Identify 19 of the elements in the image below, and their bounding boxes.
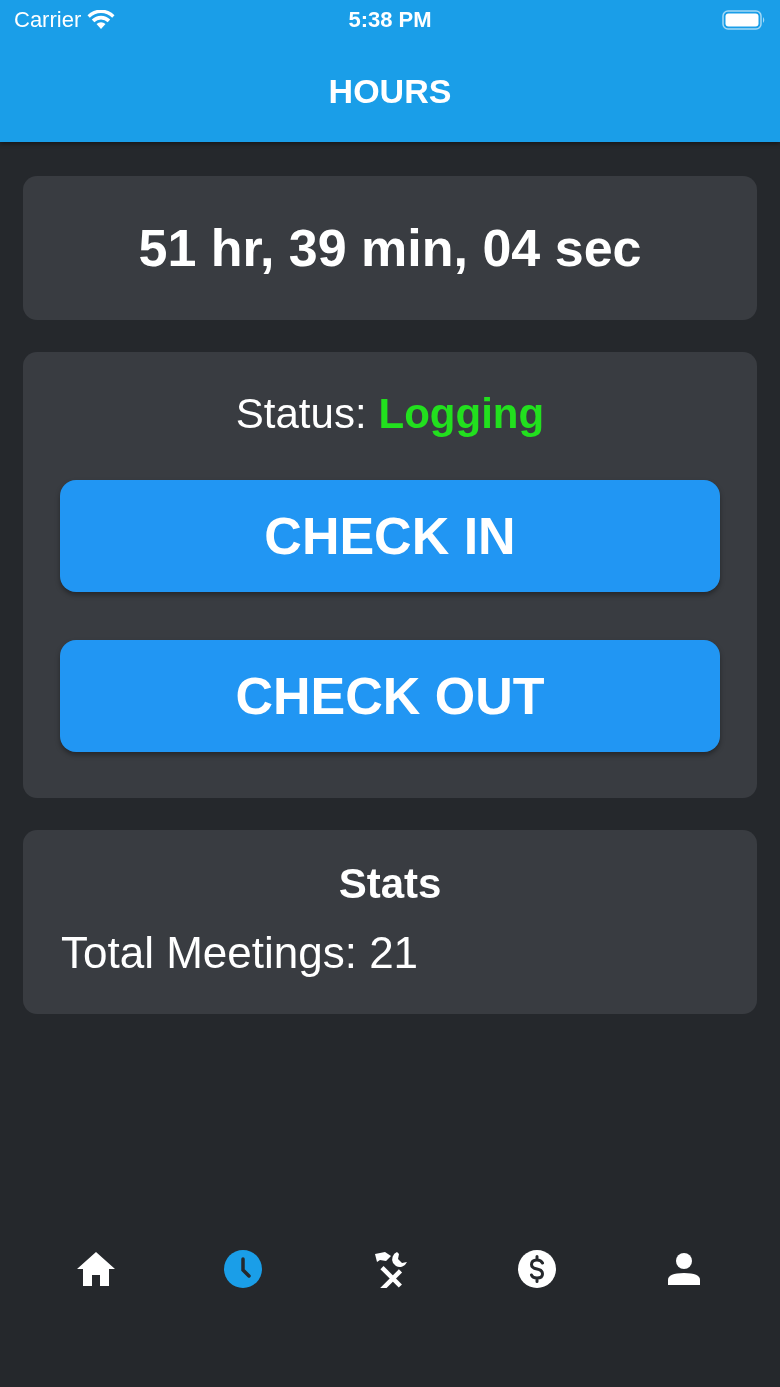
clock-icon bbox=[223, 1250, 262, 1288]
home-icon bbox=[76, 1252, 115, 1286]
battery-icon bbox=[722, 10, 766, 30]
check-out-button[interactable]: CHECK OUT bbox=[60, 640, 720, 752]
person-icon bbox=[668, 1253, 701, 1285]
screen-title: HOURS bbox=[328, 71, 452, 111]
carrier-label: Carrier bbox=[14, 7, 82, 33]
home-tab[interactable] bbox=[75, 1249, 116, 1289]
clock-tab[interactable] bbox=[222, 1249, 263, 1289]
stat-line: Total Meetings: 21 bbox=[61, 928, 420, 978]
check-in-button[interactable]: CHECK IN bbox=[60, 480, 720, 592]
dollar-icon bbox=[518, 1250, 557, 1288]
wifi-icon bbox=[87, 10, 116, 30]
status-label: Status: bbox=[235, 390, 367, 438]
status-value: Logging bbox=[378, 390, 545, 438]
dollar-tab[interactable] bbox=[517, 1249, 558, 1289]
stats-title: Stats bbox=[337, 860, 443, 908]
status-time: 5:38 PM bbox=[348, 7, 432, 33]
elapsed-time: 51 hr, 39 min, 04 sec bbox=[138, 218, 642, 278]
